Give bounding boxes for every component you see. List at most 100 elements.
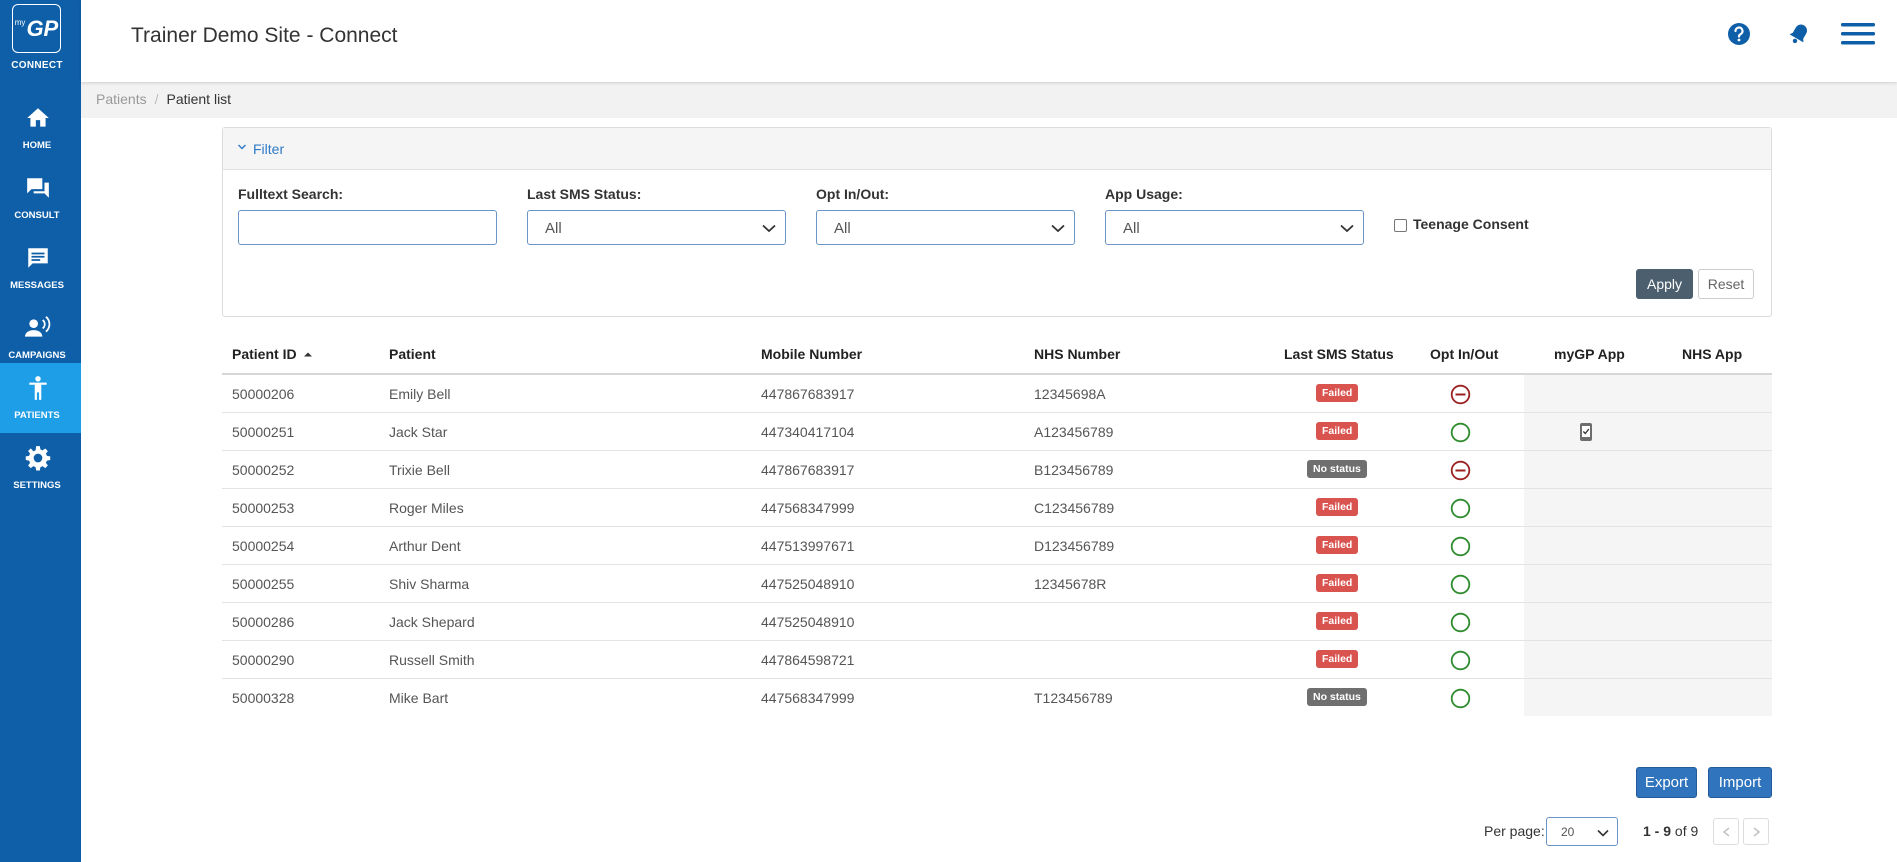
- column-header-nhs-app[interactable]: NHS App: [1682, 346, 1742, 362]
- table-row[interactable]: 50000206 Emily Bell 447867683917 12345698A F…: [222, 375, 1772, 413]
- table-row[interactable]: 50000252 Trixie Bell 447867683917 B12345678…: [222, 451, 1772, 489]
- sms-status-badge: Failed: [1316, 384, 1359, 402]
- cell-nhs: 12345698A: [1034, 386, 1106, 402]
- cell-patient: Russell Smith: [389, 652, 475, 668]
- breadcrumb-current: Patient list: [166, 91, 232, 107]
- cell-mobile: 447867683917: [761, 462, 855, 478]
- opt-in-icon: [1450, 574, 1471, 595]
- nav-item-patients[interactable]: PATIENTS: [0, 363, 81, 433]
- cell-nhs: A123456789: [1034, 424, 1114, 440]
- cell-mobile: 447340417104: [761, 424, 855, 440]
- cell-nhs: 12345678R: [1034, 576, 1107, 592]
- column-header-mygp-app[interactable]: myGP App: [1554, 346, 1625, 362]
- cell-id: 50000206: [232, 386, 295, 402]
- cell-mobile: 447867683917: [761, 386, 855, 402]
- sms-status-badge: Failed: [1316, 498, 1359, 516]
- fulltext-search-label: Fulltext Search:: [238, 186, 344, 202]
- cell-id: 50000290: [232, 652, 295, 668]
- cell-patient: Jack Shepard: [389, 614, 475, 630]
- cell-mobile: 447525048910: [761, 576, 855, 592]
- fulltext-search-input[interactable]: [238, 210, 497, 245]
- teenage-consent-label[interactable]: Teenage Consent: [1413, 216, 1529, 232]
- sms-status-badge: Failed: [1316, 536, 1359, 554]
- column-header-last-sms-status[interactable]: Last SMS Status: [1284, 346, 1394, 362]
- last-sms-status-label: Last SMS Status:: [527, 186, 642, 202]
- column-header-patient-id[interactable]: Patient ID: [232, 346, 313, 362]
- teenage-consent-checkbox[interactable]: [1394, 219, 1407, 232]
- table-row[interactable]: 50000255 Shiv Sharma 447525048910 12345678R…: [222, 565, 1772, 603]
- column-header-nhs-number[interactable]: NHS Number: [1034, 346, 1120, 362]
- cell-nhs: D123456789: [1034, 538, 1115, 554]
- opt-in-icon: [1450, 612, 1471, 633]
- previous-page-button[interactable]: [1713, 818, 1739, 845]
- pagination-range: 1 - 9 of 9: [1643, 823, 1699, 839]
- per-page-select[interactable]: 20: [1546, 817, 1618, 846]
- cell-patient: Arthur Dent: [389, 538, 461, 554]
- page-title: Trainer Demo Site - Connect: [131, 24, 398, 47]
- sms-status-badge: Failed: [1316, 574, 1359, 592]
- export-button[interactable]: Export: [1636, 767, 1697, 798]
- cell-id: 50000253: [232, 500, 295, 516]
- opt-in-icon: [1450, 536, 1471, 557]
- table-row[interactable]: 50000253 Roger Miles 447568347999 C12345678…: [222, 489, 1772, 527]
- sms-status-badge: No status: [1307, 688, 1367, 706]
- cell-patient: Jack Star: [389, 424, 448, 440]
- breadcrumb-patients-link[interactable]: Patients: [96, 91, 147, 107]
- cell-nhs: T123456789: [1034, 690, 1113, 706]
- sidebar: my GP CONNECT HOME CONSULT MESSAGES CAMPA…: [0, 0, 81, 862]
- settings-icon: [25, 446, 51, 471]
- sms-status-badge: No status: [1307, 460, 1367, 478]
- cell-patient: Trixie Bell: [389, 462, 450, 478]
- bell-icon[interactable]: [1785, 20, 1813, 48]
- table-row[interactable]: 50000254 Arthur Dent 447513997671 D12345678…: [222, 527, 1772, 565]
- opt-in-out-select[interactable]: All: [816, 210, 1075, 245]
- messages-icon: [28, 248, 48, 268]
- table-row[interactable]: 50000328 Mike Bart 447568347999 T123456789 N…: [222, 679, 1772, 717]
- breadcrumb-separator: /: [154, 91, 159, 107]
- app-usage-label: App Usage:: [1105, 186, 1183, 202]
- cell-nhs: C123456789: [1034, 500, 1115, 516]
- filter-toggle[interactable]: Filter: [223, 128, 1771, 170]
- column-header-patient[interactable]: Patient: [389, 346, 436, 362]
- chevron-down-icon: [1051, 224, 1065, 233]
- nav-item-messages[interactable]: MESSAGES: [0, 233, 81, 303]
- nav-item-home[interactable]: HOME: [0, 93, 81, 163]
- campaigns-icon: [25, 316, 51, 337]
- chevron-down-icon: [238, 144, 246, 150]
- cell-mobile: 447525048910: [761, 614, 855, 630]
- cell-patient: Emily Bell: [389, 386, 451, 402]
- next-page-button[interactable]: [1743, 818, 1769, 845]
- opt-in-icon: [1450, 498, 1471, 519]
- logo-caption: CONNECT: [11, 60, 63, 71]
- nav-item-consult[interactable]: CONSULT: [0, 163, 81, 233]
- opt-out-icon: [1450, 384, 1471, 405]
- nav-item-settings[interactable]: SETTINGS: [0, 433, 81, 503]
- help-icon[interactable]: [1725, 20, 1753, 48]
- per-page-label: Per page:: [1484, 823, 1545, 839]
- table-row[interactable]: 50000251 Jack Star 447340417104 A123456789 F…: [222, 413, 1772, 451]
- cell-mobile: 447864598721: [761, 652, 855, 668]
- cell-id: 50000252: [232, 462, 295, 478]
- patients-icon: [29, 376, 47, 400]
- cell-id: 50000328: [232, 690, 295, 706]
- sms-status-badge: Failed: [1316, 650, 1359, 668]
- import-button[interactable]: Import: [1708, 767, 1772, 798]
- opt-in-icon: [1450, 422, 1471, 443]
- cell-mobile: 447568347999: [761, 690, 855, 706]
- apply-button[interactable]: Apply: [1636, 269, 1693, 299]
- column-header-mobile[interactable]: Mobile Number: [761, 346, 862, 362]
- column-header-opt-in-out[interactable]: Opt In/Out: [1430, 346, 1498, 362]
- opt-in-icon: [1450, 650, 1471, 671]
- cell-id: 50000254: [232, 538, 295, 554]
- cell-id: 50000255: [232, 576, 295, 592]
- table-row[interactable]: 50000286 Jack Shepard 447525048910 Failed: [222, 603, 1772, 641]
- opt-out-icon: [1450, 460, 1471, 481]
- app-logo[interactable]: my GP: [12, 4, 61, 53]
- app-usage-select[interactable]: All: [1105, 210, 1364, 245]
- hamburger-menu-icon[interactable]: [1840, 20, 1876, 48]
- cell-id: 50000286: [232, 614, 295, 630]
- reset-button[interactable]: Reset: [1698, 269, 1754, 299]
- last-sms-status-select[interactable]: All: [527, 210, 786, 245]
- breadcrumb: Patients / Patient list: [96, 91, 231, 107]
- table-row[interactable]: 50000290 Russell Smith 447864598721 Failed: [222, 641, 1772, 679]
